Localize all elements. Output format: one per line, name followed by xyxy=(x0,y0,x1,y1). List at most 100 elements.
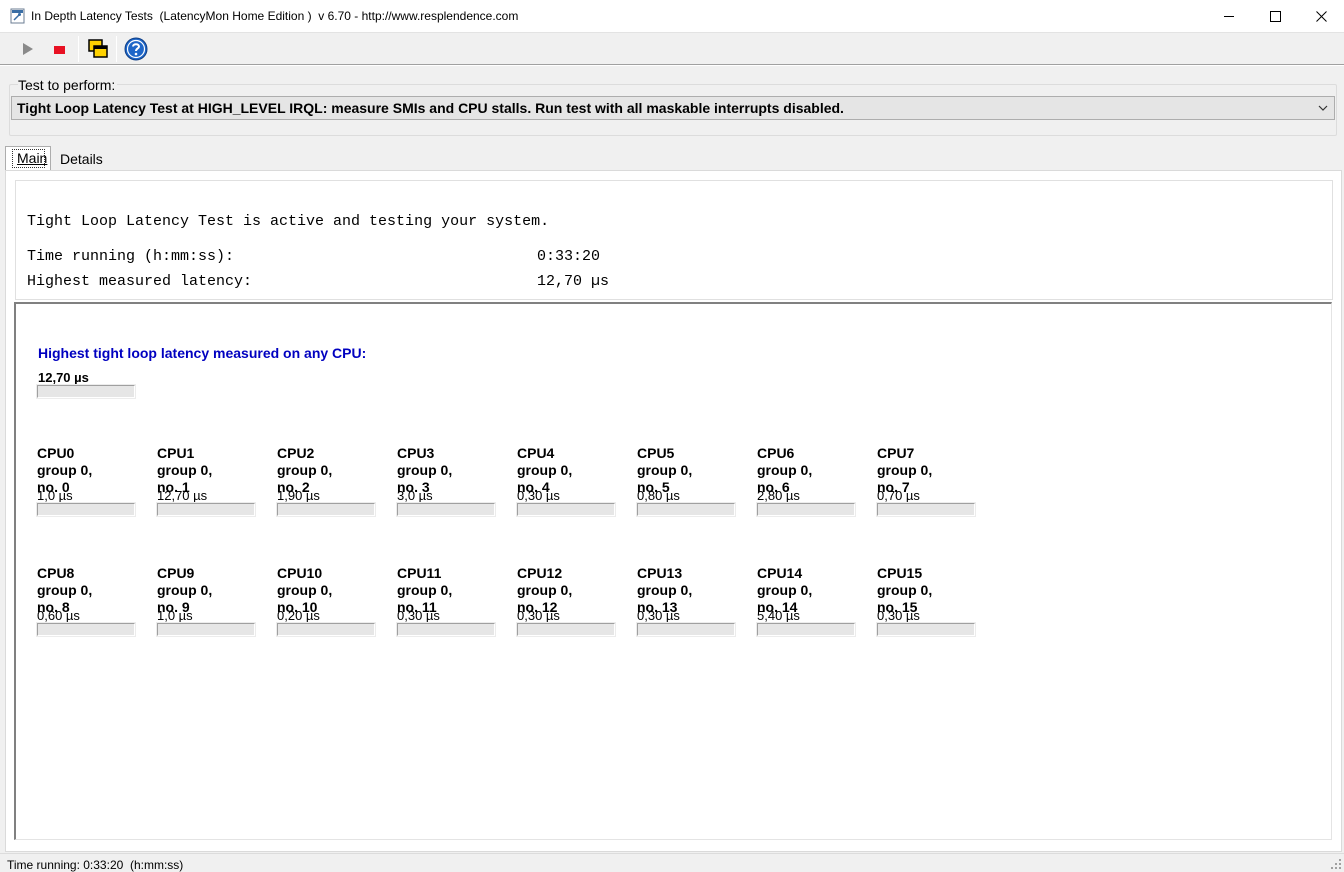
cpu-latency-value: 0,30 µs xyxy=(637,608,680,623)
cpu-cell: CPU7 group 0, no. 7 0,70 µs xyxy=(877,445,987,525)
cpu-latency-value: 1,90 µs xyxy=(277,488,320,503)
cpu-group: group 0, xyxy=(277,462,333,478)
cpu-cell: CPU13 group 0, no. 13 0,30 µs xyxy=(637,565,747,645)
cpu-cell: CPU14 group 0, no. 14 5,40 µs xyxy=(757,565,867,645)
test-status-text: Tight Loop Latency Test is active and te… xyxy=(27,213,550,230)
cpu-group: group 0, xyxy=(397,462,453,478)
cpu-latency-value: 0,30 µs xyxy=(877,608,920,623)
cpu-group: group 0, xyxy=(757,582,813,598)
cpu-cell: CPU0 group 0, no. 0 1,0 µs xyxy=(37,445,147,525)
cpu-name: CPU7 xyxy=(877,445,915,461)
windows-icon xyxy=(88,39,108,58)
help-icon xyxy=(124,37,148,61)
cpu-latency-bar xyxy=(517,503,615,516)
cpu-latency-value: 12,70 µs xyxy=(157,488,208,503)
cpu-name: CPU9 xyxy=(157,565,195,581)
cpu-name: CPU14 xyxy=(757,565,803,581)
toolbar-separator xyxy=(78,36,79,62)
test-to-perform-label: Test to perform: xyxy=(18,77,118,93)
cpu-latency-bar xyxy=(277,623,375,636)
cpu-latency-value: 0,20 µs xyxy=(277,608,320,623)
cpu-group: group 0, xyxy=(877,582,933,598)
title-bar: In Depth Latency Tests (LatencyMon Home … xyxy=(0,0,1344,32)
cpu-name: CPU3 xyxy=(397,445,435,461)
cpu-latency-bar xyxy=(757,503,855,516)
cpu-cell: CPU4 group 0, no. 4 0,30 µs xyxy=(517,445,627,525)
cpu-latency-bar xyxy=(757,623,855,636)
resize-grip-icon[interactable] xyxy=(1330,858,1342,870)
play-icon xyxy=(23,43,33,55)
cpu-group: group 0, xyxy=(37,462,93,478)
highest-latency-value: 12,70 µs xyxy=(537,273,610,290)
tab-main[interactable]: Main xyxy=(5,146,51,170)
cpu-latency-bar xyxy=(37,503,135,516)
cpu-latency-value: 1,0 µs xyxy=(157,608,193,623)
highest-cpu-latency-title: Highest tight loop latency measured on a… xyxy=(38,345,367,361)
windows-button[interactable] xyxy=(86,37,110,61)
cpu-latency-bar xyxy=(637,503,735,516)
cpu-latency-bar xyxy=(397,623,495,636)
chevron-down-icon xyxy=(1318,105,1328,111)
minimize-icon xyxy=(1224,16,1234,17)
cpu-name: CPU5 xyxy=(637,445,675,461)
tab-main-label: Main xyxy=(17,150,48,166)
cpu-cell: CPU12 group 0, no. 12 0,30 µs xyxy=(517,565,627,645)
cpu-name: CPU10 xyxy=(277,565,323,581)
cpu-name: CPU0 xyxy=(37,445,75,461)
cpu-cell: CPU15 group 0, no. 15 0,30 µs xyxy=(877,565,987,645)
cpu-cell: CPU11 group 0, no. 11 0,30 µs xyxy=(397,565,507,645)
cpu-cell: CPU5 group 0, no. 5 0,80 µs xyxy=(637,445,747,525)
maximize-button[interactable] xyxy=(1252,0,1298,32)
start-button[interactable] xyxy=(16,37,40,61)
close-icon xyxy=(1316,11,1327,22)
close-button[interactable] xyxy=(1298,0,1344,32)
cpu-cell: CPU10 group 0, no. 10 0,20 µs xyxy=(277,565,387,645)
cpu-latency-value: 0,30 µs xyxy=(517,488,560,503)
cpu-latency-value: 0,30 µs xyxy=(517,608,560,623)
cpu-latency-value: 3,0 µs xyxy=(397,488,433,503)
minimize-button[interactable] xyxy=(1206,0,1252,32)
stop-icon xyxy=(54,46,65,54)
maximize-icon xyxy=(1270,11,1281,22)
highest-cpu-latency-value: 12,70 µs xyxy=(38,370,89,385)
cpu-name: CPU4 xyxy=(517,445,555,461)
status-bar-text: Time running: 0:33:20 (h:mm:ss) xyxy=(7,858,184,872)
cpu-name: CPU1 xyxy=(157,445,195,461)
status-bar: Time running: 0:33:20 (h:mm:ss) xyxy=(0,853,1344,872)
cpu-cell: CPU2 group 0, no. 2 1,90 µs xyxy=(277,445,387,525)
cpu-latency-value: 0,70 µs xyxy=(877,488,920,503)
help-button[interactable] xyxy=(124,37,148,61)
test-select[interactable]: Tight Loop Latency Test at HIGH_LEVEL IR… xyxy=(11,96,1335,120)
info-panel: Tight Loop Latency Test is active and te… xyxy=(15,180,1333,300)
time-running-value: 0:33:20 xyxy=(537,248,601,265)
cpu-name: CPU2 xyxy=(277,445,315,461)
toolbar-separator xyxy=(116,36,117,62)
cpu-group: group 0, xyxy=(277,582,333,598)
cpu-cell: CPU9 group 0, no. 9 1,0 µs xyxy=(157,565,267,645)
cpu-latency-bar xyxy=(37,623,135,636)
app-icon xyxy=(10,8,25,24)
cpu-latency-bar xyxy=(157,623,255,636)
cpu-group: group 0, xyxy=(877,462,933,478)
cpu-latency-value: 0,30 µs xyxy=(397,608,440,623)
cpu-group: group 0, xyxy=(757,462,813,478)
cpu-group: group 0, xyxy=(157,462,213,478)
tab-details-label: Details xyxy=(60,151,103,167)
cpu-latency-bar xyxy=(397,503,495,516)
cpu-name: CPU11 xyxy=(397,565,442,581)
cpu-latency-value: 0,80 µs xyxy=(637,488,680,503)
cpu-latency-bar xyxy=(157,503,255,516)
cpu-latency-bar xyxy=(877,503,975,516)
cpu-group: group 0, xyxy=(397,582,453,598)
cpu-group: group 0, xyxy=(637,582,693,598)
cpu-cell: CPU6 group 0, no. 6 2,80 µs xyxy=(757,445,867,525)
toolbar xyxy=(0,32,1344,64)
cpu-cell: CPU8 group 0, no. 8 0,60 µs xyxy=(37,565,147,645)
stop-button[interactable] xyxy=(48,37,72,61)
cpu-latency-value: 2,80 µs xyxy=(757,488,800,503)
tab-details[interactable]: Details xyxy=(52,148,104,170)
cpu-group: group 0, xyxy=(37,582,93,598)
cpu-cell: CPU3 group 0, no. 3 3,0 µs xyxy=(397,445,507,525)
window-title: In Depth Latency Tests (LatencyMon Home … xyxy=(31,9,519,23)
highest-latency-label: Highest measured latency: xyxy=(27,273,253,290)
